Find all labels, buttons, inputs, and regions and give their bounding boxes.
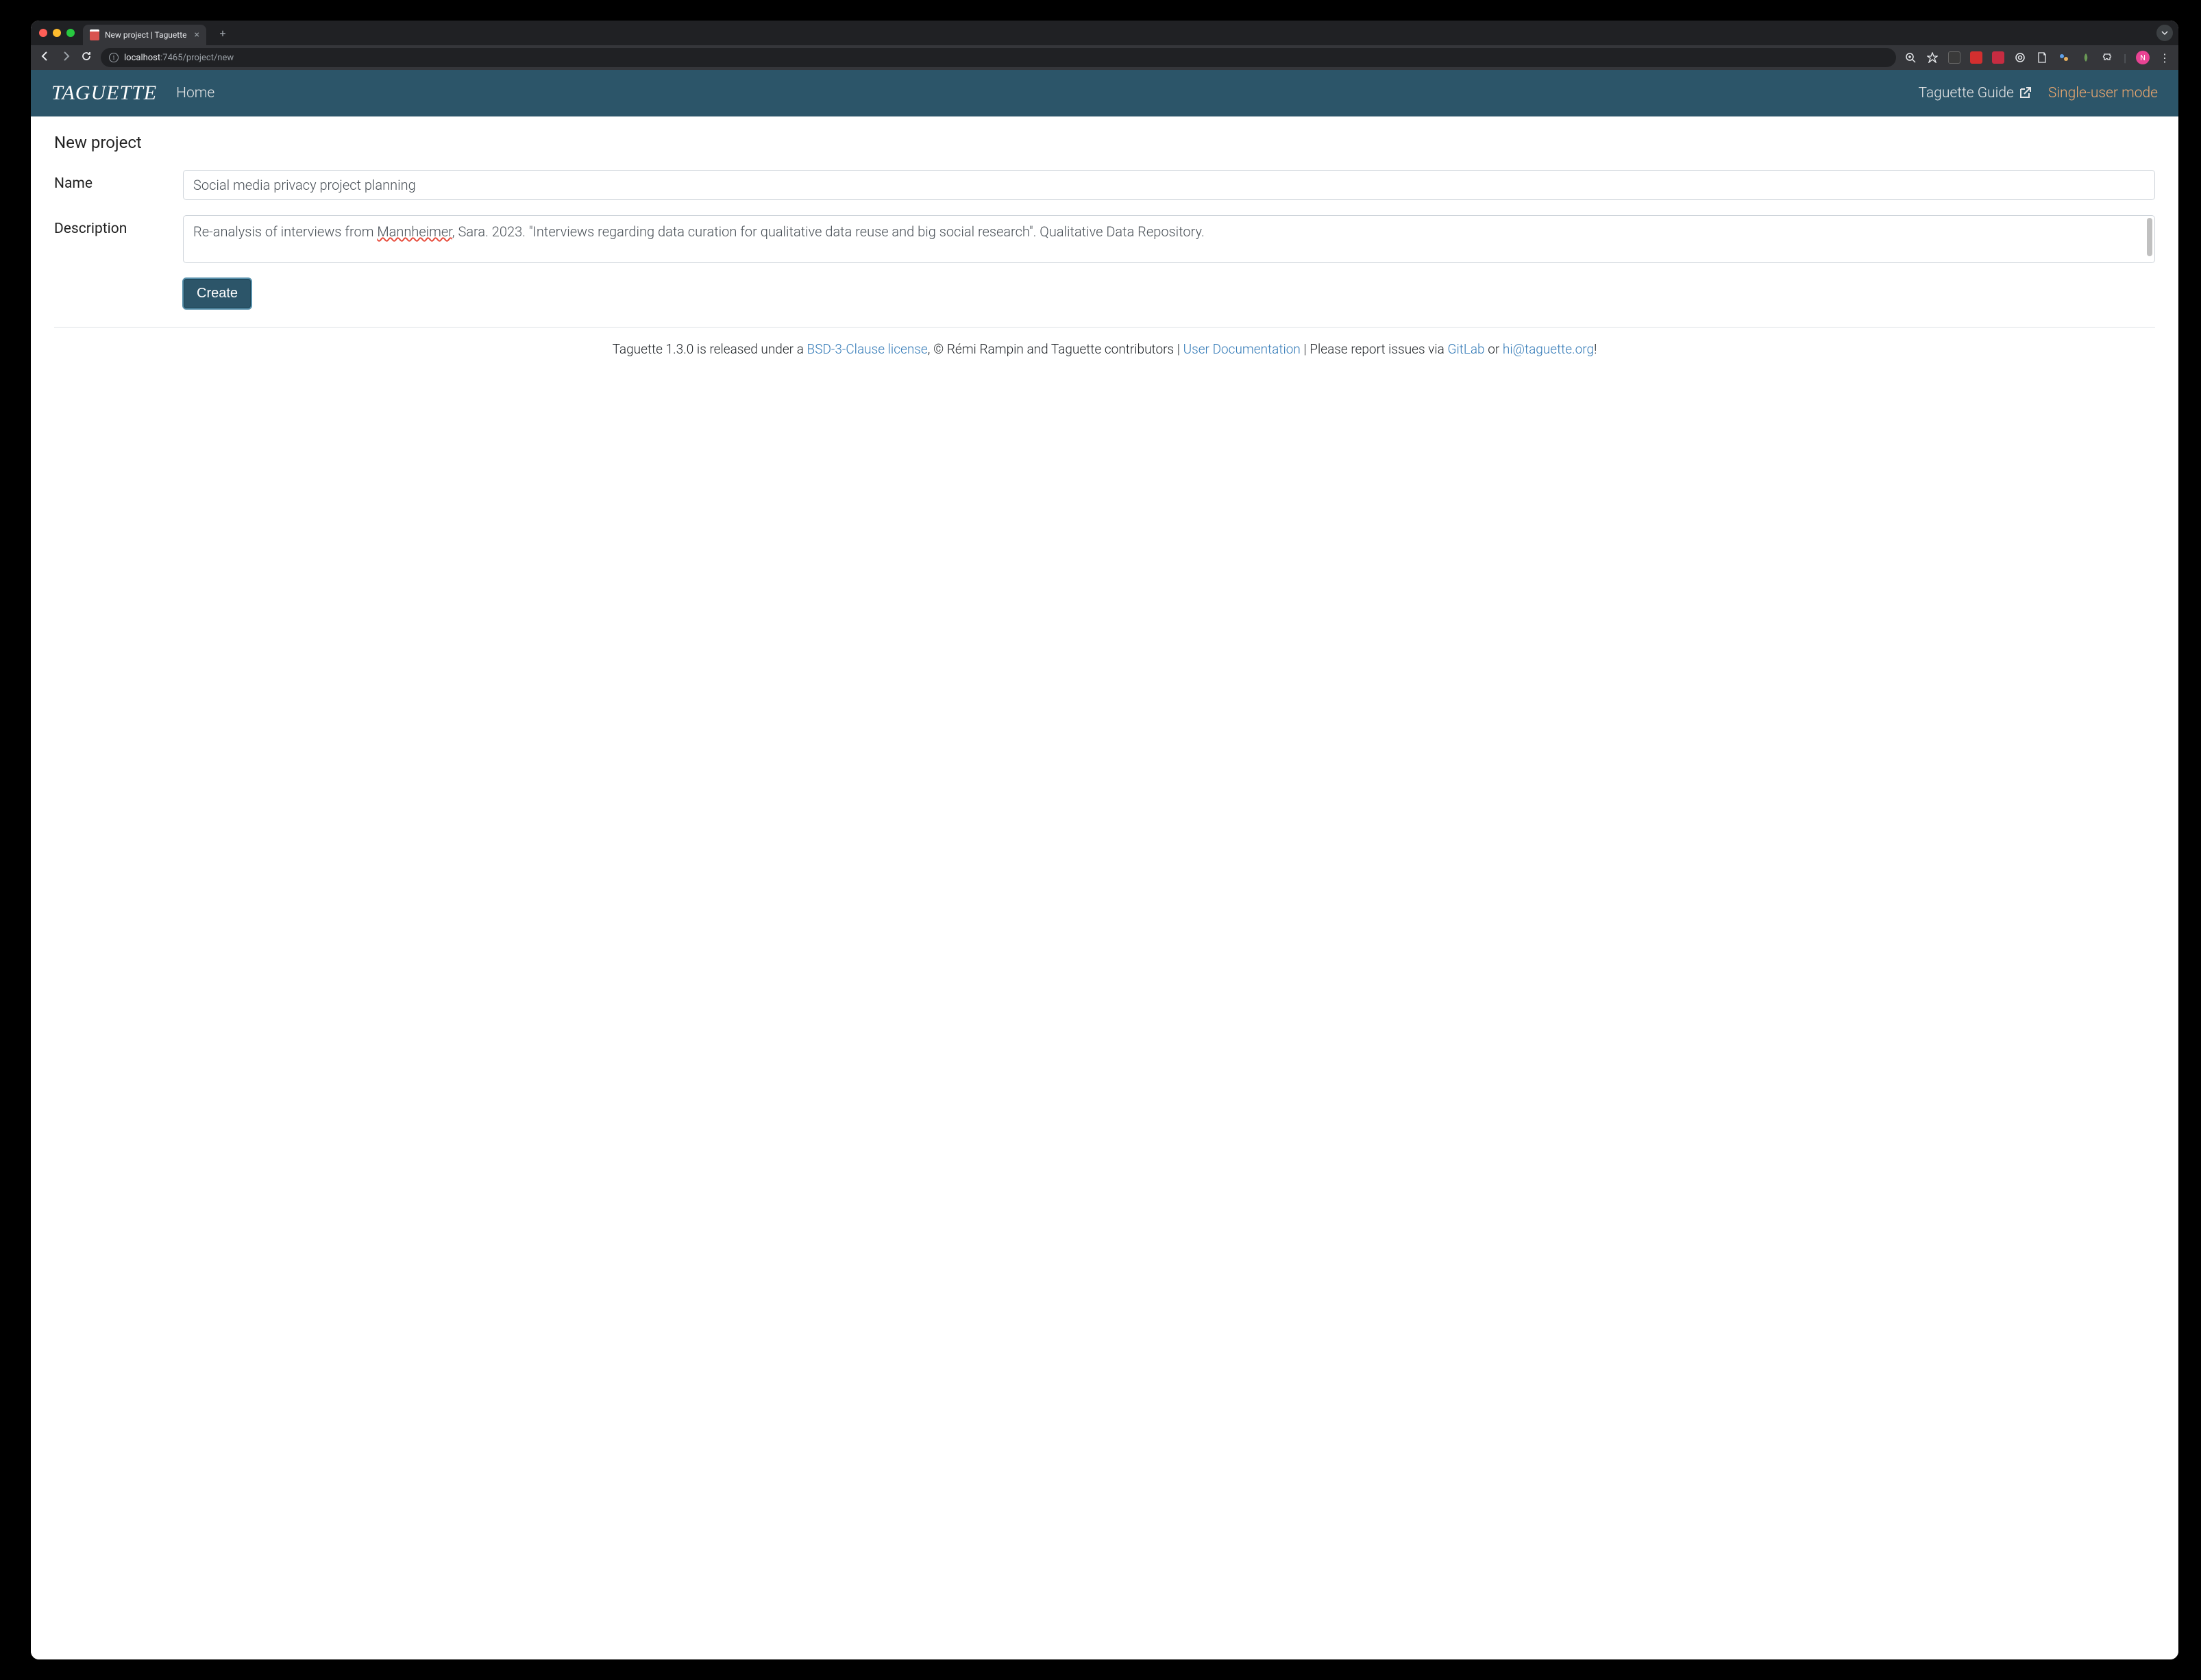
- name-input[interactable]: [183, 170, 2155, 200]
- license-link[interactable]: BSD-3-Clause license: [807, 341, 928, 357]
- page-title: New project: [54, 133, 2155, 152]
- docs-link[interactable]: User Documentation: [1183, 341, 1301, 357]
- bookmark-icon[interactable]: [1926, 51, 1939, 64]
- gitlab-link[interactable]: GitLab: [1447, 341, 1484, 357]
- window-controls: [39, 29, 75, 37]
- description-label: Description: [54, 215, 183, 263]
- extension-icon[interactable]: [2036, 51, 2048, 64]
- back-button[interactable]: [39, 51, 51, 64]
- tab-title: New project | Taguette: [105, 30, 187, 40]
- external-link-icon: [2018, 86, 2032, 100]
- zoom-icon[interactable]: [1904, 51, 1917, 64]
- nav-guide-label: Taguette Guide: [1919, 85, 2014, 101]
- nav-user-mode[interactable]: Single-user mode: [2048, 85, 2158, 101]
- scrollbar[interactable]: [2147, 218, 2152, 256]
- extensions-menu-icon[interactable]: [2102, 51, 2114, 64]
- address-input[interactable]: i localhost:7465/project/new: [101, 48, 1896, 67]
- address-bar: i localhost:7465/project/new: [31, 45, 2178, 70]
- browser-tab[interactable]: New project | Taguette ×: [83, 25, 206, 45]
- email-link[interactable]: hi@taguette.org: [1503, 341, 1594, 357]
- forward-button[interactable]: [60, 51, 72, 64]
- app-header: TAGUETTE Home Taguette Guide Single-user…: [31, 70, 2178, 116]
- name-label: Name: [54, 170, 183, 200]
- divider: [54, 327, 2155, 328]
- chevron-down-icon: [2161, 29, 2168, 36]
- reload-button[interactable]: [80, 51, 93, 64]
- tab-close-button[interactable]: ×: [195, 29, 199, 40]
- window-minimize-button[interactable]: [53, 29, 61, 37]
- browser-window: New project | Taguette × + i localhost:7…: [31, 21, 2178, 1659]
- toolbar-icons: | N ⋮: [1904, 51, 2170, 64]
- favicon-icon: [90, 29, 99, 40]
- new-tab-button[interactable]: +: [213, 23, 232, 42]
- app-logo[interactable]: TAGUETTE: [51, 82, 157, 105]
- extension-pdf-icon[interactable]: [1970, 51, 1982, 64]
- profile-avatar[interactable]: N: [2136, 51, 2150, 64]
- description-input[interactable]: Re-analysis of interviews from Mannheime…: [184, 216, 2154, 262]
- main-form: New project Name Description Re-analysis…: [31, 116, 2178, 376]
- extension-icon[interactable]: [1948, 51, 1960, 64]
- form-row-description: Description Re-analysis of interviews fr…: [54, 215, 2155, 263]
- footer: Taguette 1.3.0 is released under a BSD-3…: [54, 340, 2155, 360]
- browser-menu-button[interactable]: ⋮: [2159, 51, 2170, 64]
- url-text: localhost:7465/project/new: [124, 53, 234, 63]
- extension-icon[interactable]: [2014, 51, 2026, 64]
- tab-list-button[interactable]: [2156, 25, 2173, 41]
- nav-home[interactable]: Home: [176, 85, 214, 101]
- window-maximize-button[interactable]: [66, 29, 75, 37]
- window-close-button[interactable]: [39, 29, 47, 37]
- site-info-icon[interactable]: i: [109, 53, 119, 62]
- tab-bar: New project | Taguette × +: [31, 21, 2178, 45]
- extension-icon[interactable]: [2080, 51, 2092, 64]
- create-button[interactable]: Create: [183, 278, 251, 309]
- nav-guide-link[interactable]: Taguette Guide: [1919, 85, 2032, 101]
- extension-icon[interactable]: [1992, 51, 2004, 64]
- form-row-name: Name: [54, 170, 2155, 200]
- page-content: TAGUETTE Home Taguette Guide Single-user…: [31, 70, 2178, 1659]
- extension-icon[interactable]: [2058, 51, 2070, 64]
